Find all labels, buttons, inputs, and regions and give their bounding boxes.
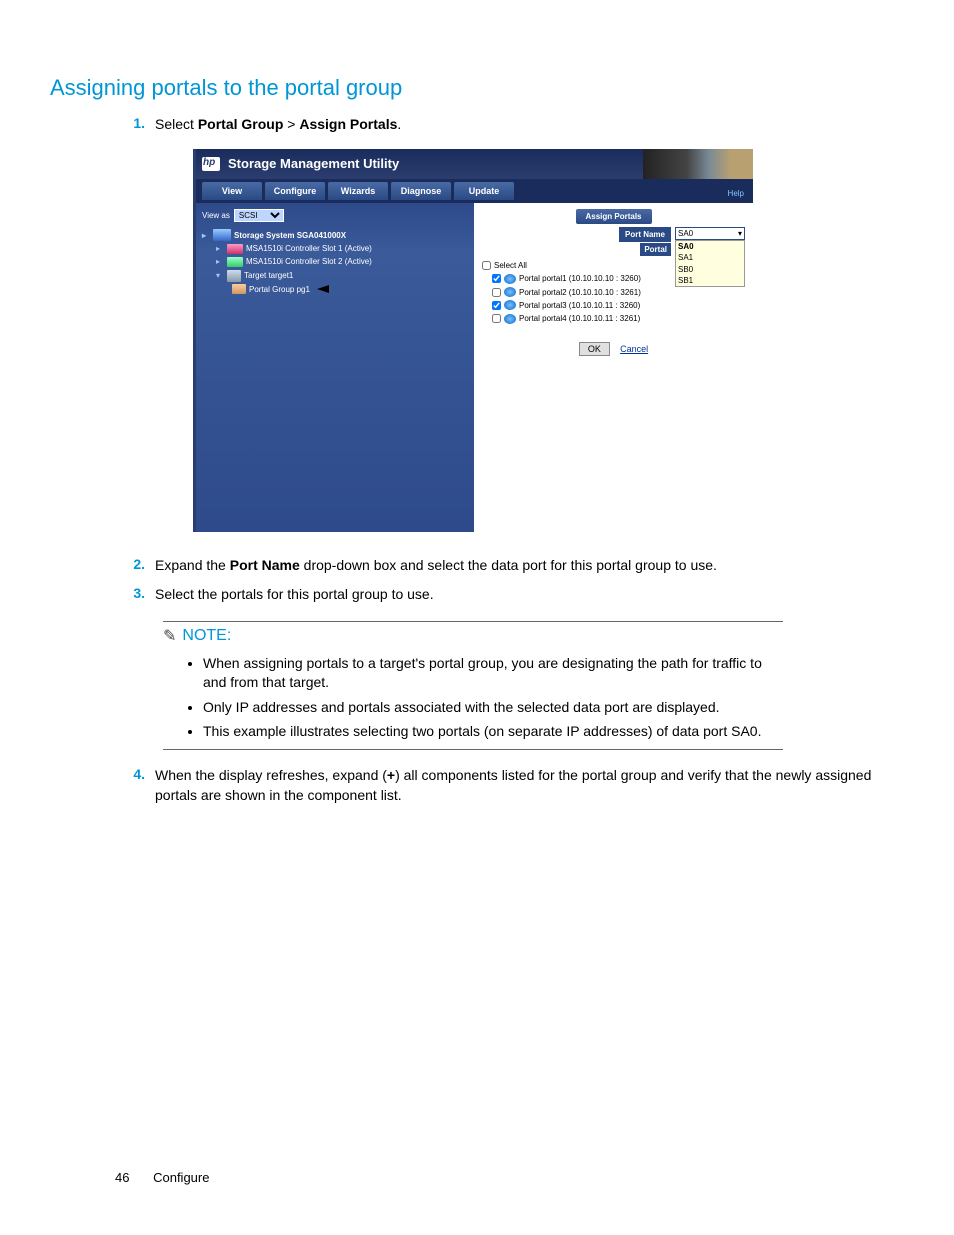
footer-section: Configure — [153, 1170, 209, 1185]
tree-system[interactable]: Storage System SGA041000X — [234, 230, 346, 241]
portal4-label: Portal portal4 (10.10.10.11 : 3261) — [519, 313, 640, 324]
expander-icon[interactable]: ▾ — [216, 270, 224, 281]
controller-icon — [227, 244, 243, 254]
header-photo — [643, 149, 753, 179]
step-4: 4. When the display refreshes, expand (+… — [125, 766, 904, 805]
portal3-label: Portal portal3 (10.10.10.11 : 3260) — [519, 300, 640, 311]
tree-pane: View as SCSI ▸ Storage System SGA041000X… — [196, 203, 474, 531]
target-icon — [227, 270, 241, 282]
hp-logo-icon — [202, 157, 220, 171]
note-item-2: Only IP addresses and portals associated… — [203, 698, 783, 717]
step-2-suffix: drop-down box and select the data port f… — [300, 557, 717, 573]
expander-icon[interactable]: ▸ — [216, 243, 224, 254]
cancel-link[interactable]: Cancel — [620, 344, 648, 354]
tree-target[interactable]: Target target1 — [244, 270, 293, 281]
viewas-select[interactable]: SCSI — [234, 209, 284, 222]
portal2-label: Portal portal2 (10.10.10.10 : 3261) — [519, 287, 641, 298]
controller-icon — [227, 257, 243, 267]
note-item-1: When assigning portals to a target's por… — [203, 654, 783, 692]
expander-icon[interactable]: ▸ — [216, 256, 224, 267]
step-2-prefix: Expand the — [155, 557, 230, 573]
step-2: 2. Expand the Port Name drop-down box an… — [125, 556, 904, 576]
viewas-label: View as — [202, 210, 230, 221]
assign-portals-button[interactable]: Assign Portals — [575, 209, 651, 224]
app-title: Storage Management Utility — [228, 155, 399, 173]
step-1: 1. Select Portal Group > Assign Portals.… — [125, 115, 904, 546]
help-link[interactable]: Help — [728, 188, 747, 200]
portal2-checkbox[interactable] — [492, 288, 501, 297]
step-1-suffix: . — [397, 116, 401, 132]
selectall-checkbox[interactable] — [482, 261, 491, 270]
step-2-num: 2. — [125, 556, 155, 572]
note-item-3: This example illustrates selecting two p… — [203, 722, 783, 741]
portal-icon — [504, 314, 516, 324]
portal-icon — [504, 300, 516, 310]
app-menubar: View Configure Wizards Diagnose Update H… — [196, 179, 753, 204]
menu-diagnose[interactable]: Diagnose — [391, 182, 451, 201]
step-1-b1: Portal Group — [198, 116, 284, 132]
app-titlebar: Storage Management Utility — [196, 149, 753, 179]
section-title: Assigning portals to the portal group — [50, 75, 904, 101]
step-4-num: 4. — [125, 766, 155, 782]
portal1-checkbox[interactable] — [492, 274, 501, 283]
divider — [163, 749, 783, 750]
menu-wizards[interactable]: Wizards — [328, 182, 388, 201]
detail-pane: Assign Portals Port Name SA0 SA0 SA1 SB0 — [474, 203, 753, 531]
portname-label: Port Name — [619, 227, 671, 242]
menu-configure[interactable]: Configure — [265, 182, 325, 201]
step-3-text: Select the portals for this portal group… — [155, 585, 904, 605]
portal1-label: Portal portal1 (10.10.10.10 : 3260) — [519, 273, 641, 284]
portname-dropdown[interactable]: SA0 — [675, 227, 745, 240]
ok-button[interactable]: OK — [579, 342, 610, 356]
tree-portalgroup[interactable]: Portal Group pg1 — [249, 284, 310, 295]
menu-update[interactable]: Update — [454, 182, 514, 201]
expander-icon[interactable]: ▸ — [202, 230, 210, 241]
step-2-b1: Port Name — [230, 557, 300, 573]
page-number: 46 — [115, 1170, 129, 1185]
step-3-num: 3. — [125, 585, 155, 601]
pointer-arrow-icon — [317, 285, 329, 293]
page-footer: 46 Configure — [115, 1170, 209, 1185]
menu-view[interactable]: View — [202, 182, 262, 201]
note-box: ✎ NOTE: When assigning portals to a targ… — [163, 621, 783, 751]
note-icon: ✎ — [163, 626, 176, 646]
portal-label: Portal — [640, 243, 671, 256]
step-4-b1: + — [387, 767, 395, 783]
portal3-checkbox[interactable] — [492, 301, 501, 310]
dd-opt-sa0[interactable]: SA0 — [676, 241, 744, 252]
step-1-num: 1. — [125, 115, 155, 131]
selectall-label: Select All — [494, 260, 527, 271]
tree-ctrl1[interactable]: MSA1510i Controller Slot 1 (Active) — [246, 243, 372, 254]
portal-icon — [504, 274, 516, 284]
portal-icon — [504, 287, 516, 297]
app-screenshot: Storage Management Utility View Configur… — [193, 149, 753, 532]
divider — [163, 621, 783, 622]
tree-ctrl2[interactable]: MSA1510i Controller Slot 2 (Active) — [246, 256, 372, 267]
step-3: 3. Select the portals for this portal gr… — [125, 585, 904, 605]
note-title: NOTE: — [182, 627, 231, 645]
step-1-sep: > — [283, 116, 299, 132]
step-1-prefix: Select — [155, 116, 198, 132]
step-1-b2: Assign Portals — [299, 116, 397, 132]
portal4-checkbox[interactable] — [492, 314, 501, 323]
portalgroup-icon — [232, 284, 246, 294]
step-4-prefix: When the display refreshes, expand ( — [155, 767, 387, 783]
system-icon — [213, 229, 231, 241]
